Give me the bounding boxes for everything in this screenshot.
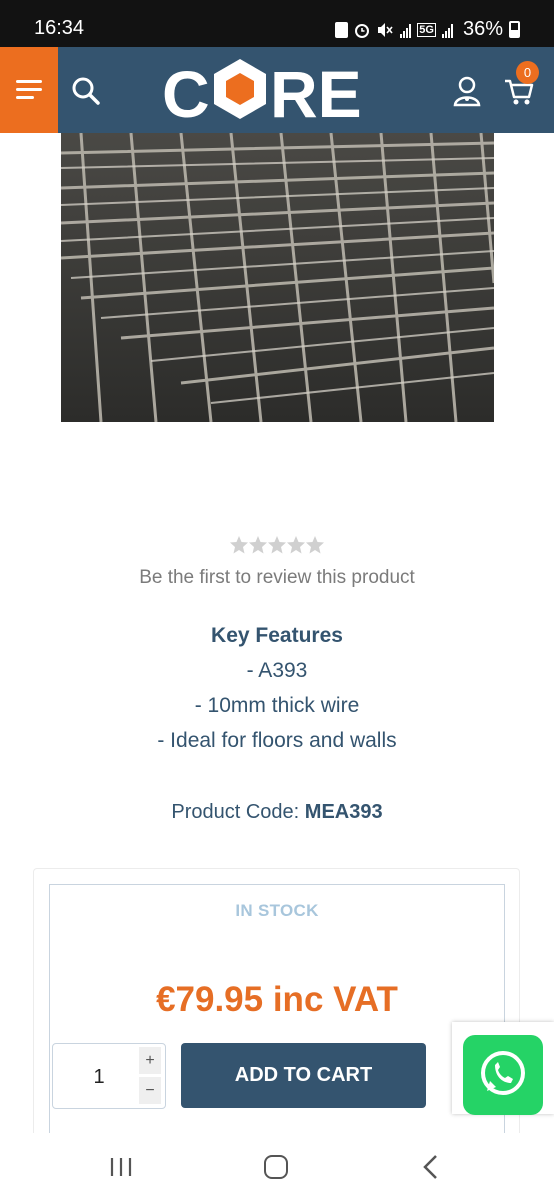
search-icon[interactable] [70, 75, 102, 107]
price: €79.95 inc VAT [156, 980, 398, 1019]
recents-icon[interactable] [110, 1156, 132, 1178]
feature-item: - 10mm thick wire [194, 694, 360, 717]
svg-text:RE: RE [270, 57, 362, 125]
menu-button[interactable] [0, 47, 58, 133]
signal-5g-icon [441, 22, 453, 38]
product-code: Product Code: MEA393 [0, 801, 554, 824]
quantity-decrease-button[interactable]: − [139, 1077, 161, 1104]
quantity-input[interactable]: 1 [53, 1066, 145, 1089]
account-icon[interactable] [452, 75, 482, 107]
product-code-value: MEA393 [304, 801, 383, 823]
signal-5g-label: 5G [417, 22, 436, 37]
quantity-increase-button[interactable]: + [139, 1047, 161, 1074]
hamburger-icon-line [16, 96, 34, 99]
svg-text:C: C [162, 57, 210, 125]
whatsapp-icon [481, 1051, 525, 1095]
key-features-title: Key Features [211, 624, 343, 647]
feature-item: - Ideal for floors and walls [157, 729, 397, 752]
product-image[interactable] [61, 133, 494, 422]
stock-status: IN STOCK [235, 901, 319, 920]
hamburger-icon-line [16, 88, 42, 91]
status-icons: 5G 36% [335, 18, 520, 41]
battery-icon [509, 21, 520, 38]
status-time: 16:34 [34, 17, 85, 39]
product-code-label: Product Code: [171, 801, 300, 823]
site-header: C RE [0, 47, 554, 133]
rating-stars [230, 536, 324, 554]
back-icon[interactable] [420, 1154, 442, 1180]
mute-icon [378, 22, 393, 37]
core-logo[interactable]: C RE [162, 55, 392, 125]
status-bar: 16:34 5G 36% [0, 0, 554, 47]
home-icon[interactable] [264, 1155, 288, 1179]
alarm-icon [355, 23, 370, 38]
battery-saver-icon [335, 21, 349, 38]
review-prompt-link[interactable]: Be the first to review this product [0, 567, 554, 589]
cart-count-badge: 0 [516, 61, 539, 84]
signal-icon [400, 22, 412, 38]
battery-percent: 36% [462, 18, 503, 40]
whatsapp-button[interactable] [463, 1035, 543, 1115]
add-to-cart-button[interactable]: ADD TO CART [181, 1043, 426, 1108]
feature-item: - A393 [246, 659, 308, 682]
hamburger-icon [16, 80, 42, 83]
